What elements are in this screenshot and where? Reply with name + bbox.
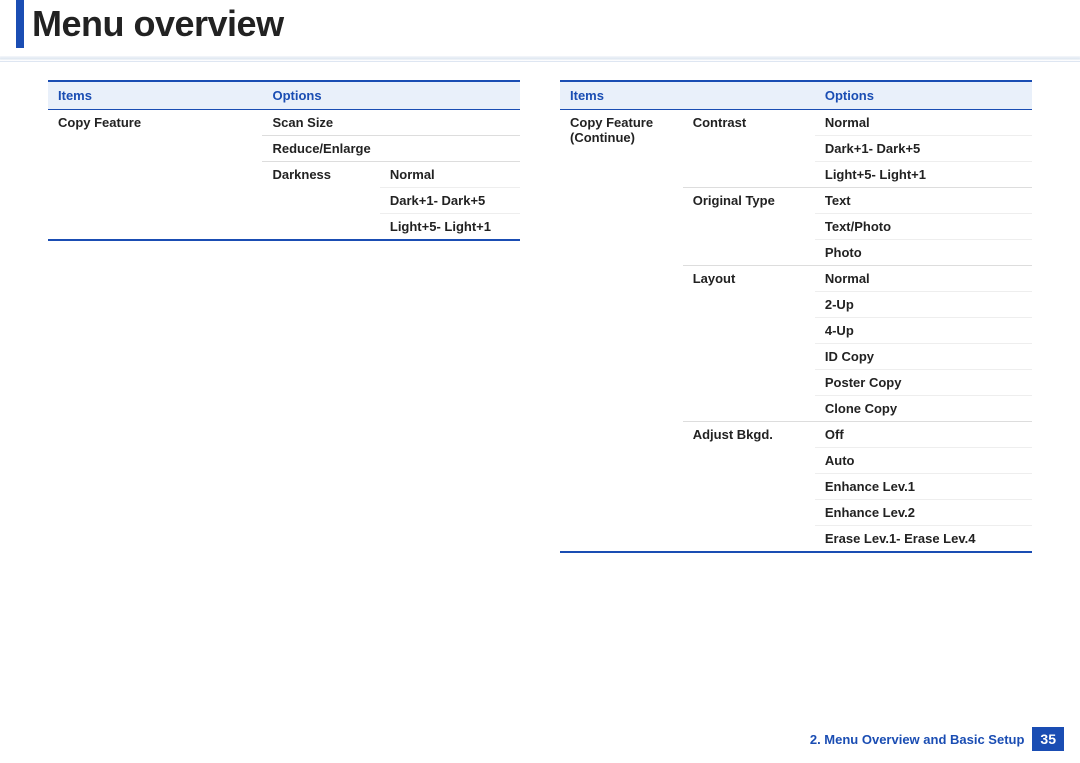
sub-cell: Original Type: [683, 188, 815, 266]
right-column: Items Options Copy Feature (Continue) Co…: [560, 80, 1032, 553]
opt-value: Off: [815, 422, 1032, 448]
opt-value: 4-Up: [815, 318, 1032, 344]
opt-value: Text: [815, 188, 1032, 214]
opt-value: ID Copy: [815, 344, 1032, 370]
opt-value: Enhance Lev.2: [815, 500, 1032, 526]
col-header-items: Items: [48, 81, 262, 110]
opts-cell: Normal Dark+1- Dark+5 Light+5- Light+1: [380, 162, 520, 241]
opt-value: Auto: [815, 448, 1032, 474]
opts-cell: Normal Dark+1- Dark+5 Light+5- Light+1: [815, 110, 1032, 188]
page-footer: 2. Menu Overview and Basic Setup 35: [810, 727, 1064, 751]
opt-value: Clone Copy: [815, 396, 1032, 421]
opt-value: Normal: [815, 110, 1032, 136]
col-header-options: Options: [262, 81, 520, 110]
item-cell: Copy Feature: [48, 110, 262, 241]
footer-section-label: 2. Menu Overview and Basic Setup: [810, 732, 1025, 747]
page-header: Menu overview: [0, 0, 1080, 48]
opt-value: Light+5- Light+1: [380, 214, 520, 239]
opt-value: Dark+1- Dark+5: [380, 188, 520, 214]
opt-value: Erase Lev.1- Erase Lev.4: [815, 526, 1032, 551]
left-column: Items Options Copy Feature Scan Size Red…: [48, 80, 520, 553]
accent-bar: [16, 0, 24, 48]
content-area: Items Options Copy Feature Scan Size Red…: [0, 80, 1080, 553]
opts-cell: Normal 2-Up 4-Up ID Copy Poster Copy Clo…: [815, 266, 1032, 422]
opts-cell: Off Auto Enhance Lev.1 Enhance Lev.2 Era…: [815, 422, 1032, 553]
sub-cell: Contrast: [683, 110, 815, 188]
header-divider: [0, 56, 1080, 62]
left-table: Items Options Copy Feature Scan Size Red…: [48, 80, 520, 241]
item-cell: Copy Feature (Continue): [560, 110, 683, 553]
opt-value: Dark+1- Dark+5: [815, 136, 1032, 162]
opt-value: Poster Copy: [815, 370, 1032, 396]
opt-value: Normal: [815, 266, 1032, 292]
opt-value: Text/Photo: [815, 214, 1032, 240]
sub-cell: Darkness: [262, 162, 379, 241]
sub-cell: Adjust Bkgd.: [683, 422, 815, 553]
col-header-items: Items: [560, 81, 683, 110]
page-title: Menu overview: [32, 3, 284, 45]
opts-cell: Text Text/Photo Photo: [815, 188, 1032, 266]
footer-page-number: 35: [1032, 727, 1064, 751]
right-table: Items Options Copy Feature (Continue) Co…: [560, 80, 1032, 553]
sub-cell: Layout: [683, 266, 815, 422]
opt-value: Light+5- Light+1: [815, 162, 1032, 187]
col-header-options: Options: [815, 81, 1032, 110]
sub-cell: Scan Size: [262, 110, 520, 136]
col-header-options-sub: [683, 81, 815, 110]
opt-value: Enhance Lev.1: [815, 474, 1032, 500]
sub-cell: Reduce/Enlarge: [262, 136, 520, 162]
opt-value: 2-Up: [815, 292, 1032, 318]
opt-value: Normal: [380, 162, 520, 188]
opt-value: Photo: [815, 240, 1032, 265]
